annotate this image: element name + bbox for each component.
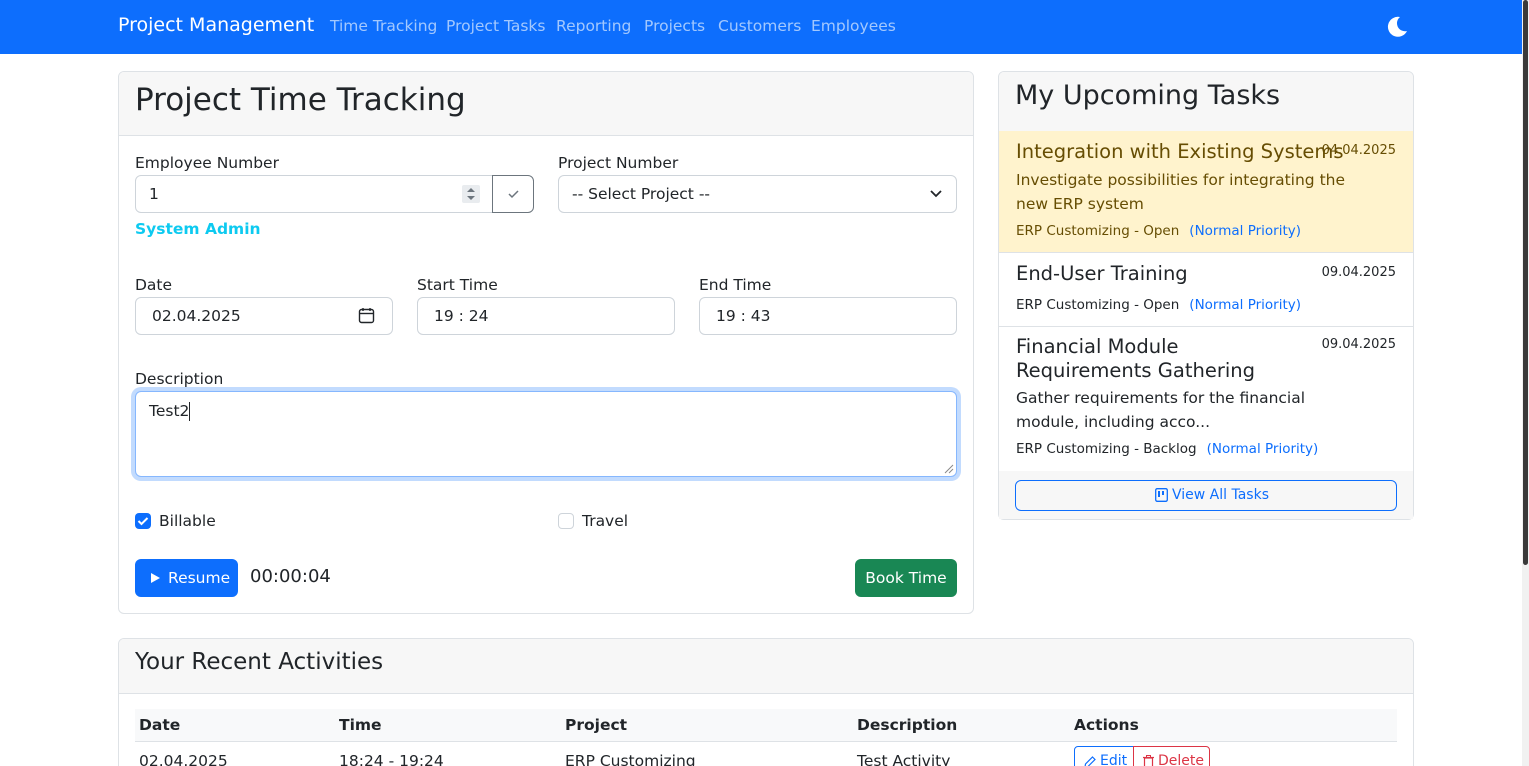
trash-icon	[1143, 755, 1154, 766]
task-description: Gather requirements for the financial mo…	[1016, 389, 1306, 431]
task-date: 04.04.2025	[1321, 143, 1396, 158]
verify-employee-button[interactable]	[492, 175, 534, 213]
task-priority: (Normal Priority)	[1189, 223, 1302, 239]
end-time-label: End Time	[699, 276, 772, 294]
timer-display: 00:00:04	[250, 566, 331, 587]
resume-label: Resume	[168, 569, 231, 587]
task-priority: (Normal Priority)	[1206, 441, 1319, 457]
employee-number-label: Employee Number	[135, 154, 279, 172]
moon-icon[interactable]	[1385, 15, 1409, 39]
chevron-down-icon	[930, 190, 942, 198]
recent-activities-header: Your Recent Activities	[119, 639, 1413, 694]
end-time-input[interactable]: 19 : 43	[699, 297, 957, 335]
task-item-integration[interactable]: Integration with Existing Systems 04.04.…	[999, 131, 1413, 253]
nav-projects[interactable]: Projects	[644, 17, 705, 35]
end-time-value: 19 : 43	[716, 307, 771, 325]
task-item-financial[interactable]: Financial Module Requirements Gathering …	[999, 327, 1413, 472]
employee-number-input[interactable]: 1	[135, 175, 493, 213]
text-cursor	[189, 402, 190, 421]
resize-handle-icon[interactable]	[944, 464, 954, 474]
employee-name: System Admin	[135, 220, 261, 238]
calendar-icon[interactable]	[358, 307, 375, 324]
description-textarea[interactable]: Test2	[135, 391, 957, 477]
edit-label: Edit	[1100, 753, 1128, 766]
column-header-actions: Actions	[1074, 716, 1139, 734]
column-header-time: Time	[339, 716, 382, 734]
delete-label: Delete	[1158, 753, 1204, 766]
pencil-icon	[1084, 756, 1096, 766]
activity-date: 02.04.2025	[139, 752, 228, 766]
number-spinner-icon[interactable]	[462, 185, 480, 203]
check-icon	[508, 190, 519, 199]
task-meta: ERP Customizing - Open (Normal Priority)	[1016, 297, 1301, 313]
page-scrollbar-thumb[interactable]	[1523, 0, 1528, 565]
project-select[interactable]: -- Select Project --	[558, 175, 957, 213]
task-item-training[interactable]: End-User Training 09.04.2025 ERP Customi…	[999, 253, 1413, 327]
view-all-tasks-label: View All Tasks	[1172, 487, 1269, 503]
task-status: ERP Customizing - Open	[1016, 223, 1180, 239]
description-label: Description	[135, 370, 224, 388]
billable-checkbox[interactable]	[135, 513, 151, 529]
project-select-value: -- Select Project --	[572, 185, 711, 203]
start-time-label: Start Time	[417, 276, 498, 294]
recent-activities-card: Your Recent Activities	[118, 638, 1414, 766]
task-status: ERP Customizing - Open	[1016, 297, 1180, 313]
time-tracking-header: Project Time Tracking	[119, 72, 973, 136]
nav-employees[interactable]: Employees	[811, 17, 896, 35]
travel-checkbox[interactable]	[558, 513, 574, 529]
column-header-project: Project	[565, 716, 628, 734]
start-time-value: 19 : 24	[434, 307, 489, 325]
task-status: ERP Customizing - Backlog	[1016, 441, 1197, 457]
date-input[interactable]: 02.04.2025	[135, 297, 393, 335]
kanban-icon	[1155, 488, 1168, 502]
activities-table-header	[135, 709, 1397, 742]
nav-customers[interactable]: Customers	[718, 17, 801, 35]
task-date: 09.04.2025	[1321, 337, 1396, 352]
column-header-date: Date	[139, 716, 181, 734]
top-navbar: Project Management Time Tracking Project…	[0, 0, 1525, 54]
activity-time: 18:24 - 19:24	[339, 752, 444, 766]
book-time-label: Book Time	[865, 569, 947, 587]
task-title: Integration with Existing Systems	[1016, 140, 1344, 163]
activity-project: ERP Customizing	[565, 752, 696, 766]
task-meta: ERP Customizing - Backlog (Normal Priorit…	[1016, 441, 1318, 457]
checkmark-icon	[137, 517, 149, 526]
travel-label[interactable]: Travel	[582, 512, 628, 530]
nav-reporting[interactable]: Reporting	[556, 17, 631, 35]
billable-label[interactable]: Billable	[159, 512, 216, 530]
upcoming-tasks-card: My Upcoming Tasks Integration with Exist…	[998, 71, 1414, 520]
nav-time-tracking[interactable]: Time Tracking	[330, 17, 437, 35]
task-date: 09.04.2025	[1321, 265, 1396, 280]
activity-description: Test Activity	[857, 752, 951, 766]
edit-activity-button[interactable]: Edit	[1074, 746, 1134, 766]
time-tracking-card: Project Time Tracking	[118, 71, 974, 614]
date-value: 02.04.2025	[152, 307, 241, 325]
upcoming-tasks-title: My Upcoming Tasks	[1015, 80, 1281, 111]
task-description: Investigate possibilities for integratin…	[1016, 171, 1346, 213]
play-icon	[151, 573, 160, 583]
view-all-tasks-button[interactable]: View All Tasks	[1015, 480, 1397, 511]
project-number-label: Project Number	[558, 154, 679, 172]
column-header-description: Description	[857, 716, 958, 734]
book-time-button[interactable]: Book Time	[855, 559, 957, 597]
nav-project-tasks[interactable]: Project Tasks	[446, 17, 546, 35]
upcoming-tasks-header: My Upcoming Tasks	[999, 72, 1413, 132]
employee-number-value: 1	[149, 185, 159, 203]
task-priority: (Normal Priority)	[1189, 297, 1302, 313]
description-value: Test2	[149, 402, 190, 420]
task-title: End-User Training	[1016, 262, 1188, 285]
task-meta: ERP Customizing - Open (Normal Priority)	[1016, 223, 1301, 239]
start-time-input[interactable]: 19 : 24	[417, 297, 675, 335]
delete-activity-button[interactable]: Delete	[1133, 746, 1210, 766]
task-title: Financial Module Requirements Gathering	[1016, 335, 1255, 382]
date-label: Date	[135, 276, 173, 294]
page-title: Project Time Tracking	[135, 82, 466, 118]
recent-activities-title: Your Recent Activities	[135, 649, 384, 675]
resume-button[interactable]: Resume	[135, 559, 238, 597]
brand-link[interactable]: Project Management	[118, 14, 314, 36]
